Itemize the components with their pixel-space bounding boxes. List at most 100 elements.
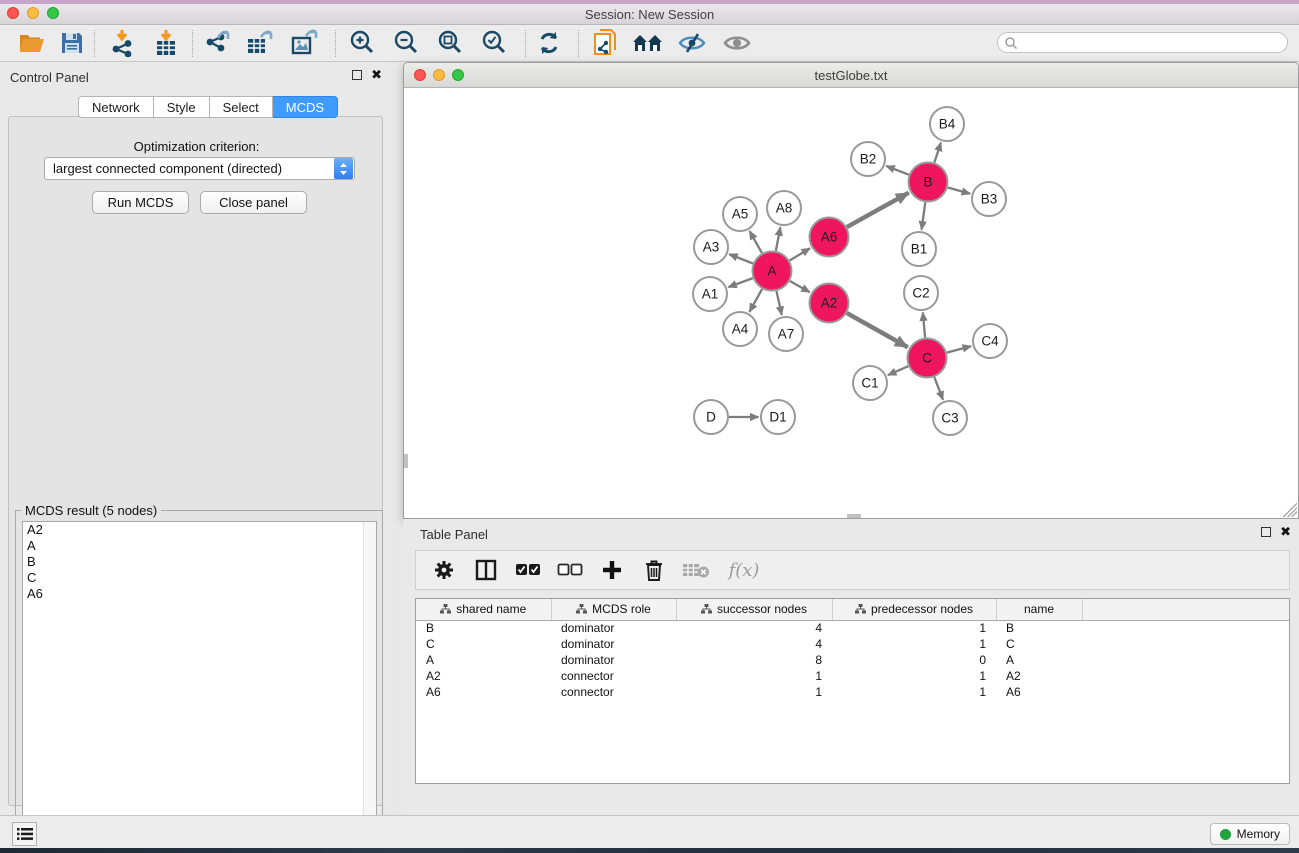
- mcds-result-item[interactable]: A: [23, 538, 376, 554]
- network-minimize-button[interactable]: [433, 69, 445, 81]
- import-table-icon[interactable]: [148, 27, 184, 59]
- table-cell[interactable]: C: [416, 636, 551, 652]
- graph-node-A3[interactable]: A3: [694, 230, 728, 264]
- graph-edge-A-A7[interactable]: [776, 291, 781, 315]
- graph-node-A6[interactable]: A6: [810, 218, 849, 257]
- table-cell[interactable]: A6: [416, 684, 551, 700]
- run-mcds-button[interactable]: Run MCDS: [92, 191, 189, 214]
- table-row[interactable]: A6connector11A6: [416, 684, 1290, 700]
- home-icon[interactable]: [630, 27, 666, 59]
- close-window-button[interactable]: [7, 7, 19, 19]
- table-row[interactable]: Cdominator41C: [416, 636, 1290, 652]
- graph-node-D1[interactable]: D1: [761, 400, 795, 434]
- table-cell[interactable]: A: [996, 652, 1082, 668]
- graph-edge-B-B4[interactable]: [934, 143, 941, 163]
- graph-edge-A-A5[interactable]: [750, 231, 762, 253]
- float-panel-icon[interactable]: [352, 70, 362, 80]
- table-cell[interactable]: dominator: [551, 652, 676, 668]
- zoom-window-button[interactable]: [47, 7, 59, 19]
- graph-edge-A-A6[interactable]: [790, 248, 811, 260]
- table-cell[interactable]: 1: [676, 668, 832, 684]
- column-header-mcds-role[interactable]: MCDS role: [551, 599, 676, 620]
- table-cell[interactable]: 1: [832, 620, 996, 636]
- graph-node-A7[interactable]: A7: [769, 317, 803, 351]
- graph-node-A5[interactable]: A5: [723, 197, 757, 231]
- export-network-icon[interactable]: [200, 27, 236, 59]
- column-header-name[interactable]: name: [996, 599, 1082, 620]
- zoom-fit-icon[interactable]: [432, 27, 468, 59]
- graph-edge-C-C4[interactable]: [947, 346, 971, 353]
- graph-node-B[interactable]: B: [909, 163, 948, 202]
- graph-node-A8[interactable]: A8: [767, 191, 801, 225]
- mcds-result-item[interactable]: A6: [23, 586, 376, 602]
- graph-node-A4[interactable]: A4: [723, 312, 757, 346]
- graph-node-B4[interactable]: B4: [930, 107, 964, 141]
- function-builder-icon[interactable]: f(x): [724, 556, 764, 584]
- task-history-button[interactable]: [12, 822, 37, 846]
- column-header-predecessor-nodes[interactable]: predecessor nodes: [832, 599, 996, 620]
- graph-edge-A6-B[interactable]: [847, 193, 909, 227]
- table-cell[interactable]: A6: [996, 684, 1082, 700]
- graph-edge-C-C2[interactable]: [923, 312, 925, 337]
- graph-edge-B-B1[interactable]: [922, 202, 926, 229]
- mcds-result-item[interactable]: B: [23, 554, 376, 570]
- close-table-panel-icon[interactable]: ✖: [1280, 527, 1291, 537]
- network-zoom-button[interactable]: [452, 69, 464, 81]
- graph-edge-B-B2[interactable]: [886, 166, 909, 175]
- export-image-icon[interactable]: [287, 27, 323, 59]
- graph-node-C4[interactable]: C4: [973, 324, 1007, 358]
- graph-edge-C-C1[interactable]: [888, 366, 908, 375]
- search-field[interactable]: [997, 32, 1288, 53]
- graph-edge-A-A8[interactable]: [776, 227, 781, 251]
- open-file-icon[interactable]: [14, 27, 50, 59]
- table-cell[interactable]: connector: [551, 684, 676, 700]
- zoom-out-icon[interactable]: [388, 27, 424, 59]
- graph-node-A2[interactable]: A2: [810, 284, 849, 323]
- graph-edge-B-B3[interactable]: [948, 188, 970, 194]
- select-all-columns-icon[interactable]: [514, 556, 542, 584]
- refresh-icon[interactable]: [531, 27, 567, 59]
- column-header-shared-name[interactable]: shared name: [416, 599, 551, 620]
- mcds-result-item[interactable]: A2: [23, 522, 376, 538]
- float-table-panel-icon[interactable]: [1261, 527, 1271, 537]
- column-header-successor-nodes[interactable]: successor nodes: [676, 599, 832, 620]
- close-panel-button[interactable]: Close panel: [200, 191, 307, 214]
- table-cell[interactable]: B: [996, 620, 1082, 636]
- table-cell[interactable]: 4: [676, 620, 832, 636]
- window-resize-grip[interactable]: [1283, 503, 1297, 517]
- new-network-from-selection-icon[interactable]: [588, 27, 624, 59]
- table-cell[interactable]: 1: [832, 636, 996, 652]
- table-cell[interactable]: 0: [832, 652, 996, 668]
- graph-node-C2[interactable]: C2: [904, 276, 938, 310]
- zoom-selected-icon[interactable]: [476, 27, 512, 59]
- scrollbar-track[interactable]: [363, 522, 376, 846]
- network-canvas[interactable]: B4B2BB3A5A8A6B1A3AA1C2A2A4A7C4CC1C3DD1: [404, 89, 1298, 518]
- graph-edge-A-A4[interactable]: [749, 289, 762, 312]
- table-cell[interactable]: 8: [676, 652, 832, 668]
- close-panel-icon[interactable]: ✖: [371, 70, 382, 80]
- graph-edge-A-A3[interactable]: [729, 254, 753, 263]
- graph-node-B1[interactable]: B1: [902, 232, 936, 266]
- graph-edge-A2-C[interactable]: [847, 313, 908, 347]
- table-row[interactable]: Bdominator41B: [416, 620, 1290, 636]
- table-cell[interactable]: B: [416, 620, 551, 636]
- graph-node-C3[interactable]: C3: [933, 401, 967, 435]
- split-view-icon[interactable]: [472, 556, 500, 584]
- delete-column-trash-icon[interactable]: [640, 556, 668, 584]
- table-cell[interactable]: 1: [832, 684, 996, 700]
- tab-network[interactable]: Network: [78, 96, 154, 118]
- graph-node-C[interactable]: C: [908, 339, 947, 378]
- table-cell[interactable]: A2: [996, 668, 1082, 684]
- mcds-result-list[interactable]: A2ABCA6: [22, 521, 377, 847]
- export-table-icon[interactable]: [242, 27, 278, 59]
- search-input[interactable]: [1018, 36, 1268, 50]
- network-close-button[interactable]: [414, 69, 426, 81]
- minimize-window-button[interactable]: [27, 7, 39, 19]
- mcds-result-item[interactable]: C: [23, 570, 376, 586]
- table-cell[interactable]: dominator: [551, 636, 676, 652]
- table-cell[interactable]: 4: [676, 636, 832, 652]
- graph-node-A[interactable]: A: [753, 252, 792, 291]
- graph-node-A1[interactable]: A1: [693, 277, 727, 311]
- save-session-icon[interactable]: [54, 27, 90, 59]
- network-window-titlebar[interactable]: testGlobe.txt: [404, 63, 1298, 88]
